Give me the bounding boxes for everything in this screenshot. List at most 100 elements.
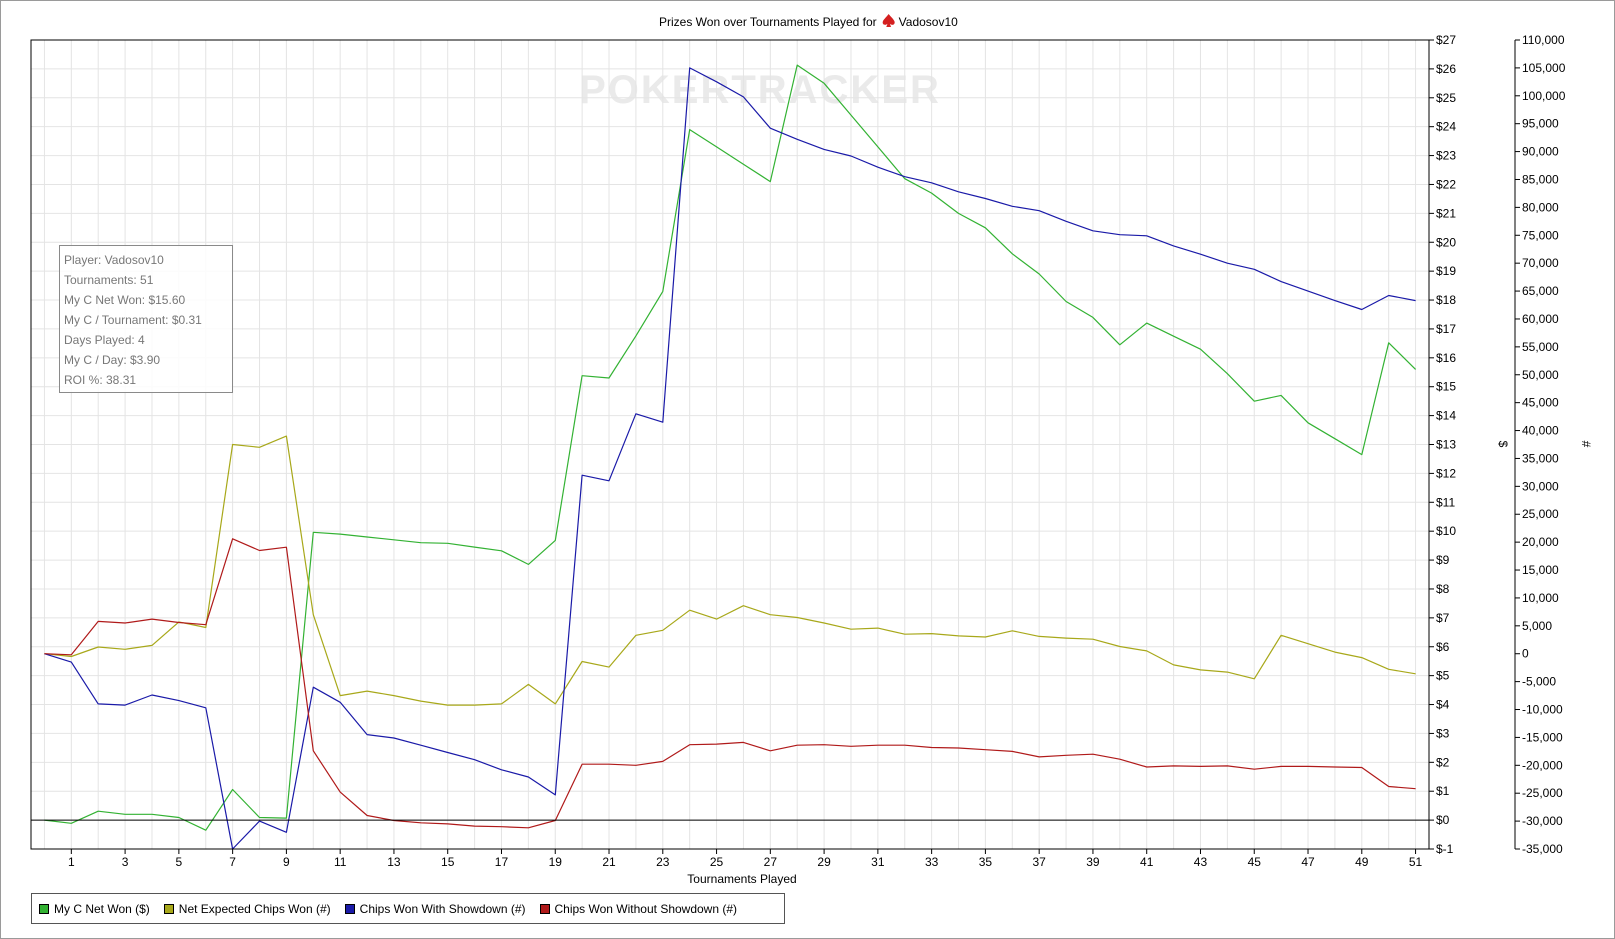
series-line-2 xyxy=(44,435,1416,706)
y-chips-tick-label: 105,000 xyxy=(1522,61,1566,75)
x-tick-label: 29 xyxy=(817,855,831,869)
x-tick-label: 17 xyxy=(495,855,509,869)
legend-swatch-blue xyxy=(344,903,355,914)
x-tick-label: 33 xyxy=(925,855,939,869)
y-chips-tick-label: 10,000 xyxy=(1522,591,1559,605)
y-chips-tick-label: -15,000 xyxy=(1522,730,1563,744)
y-dollar-tick-label: $6 xyxy=(1436,640,1450,654)
y-chips-tick-label: 90,000 xyxy=(1522,145,1559,159)
x-tick-label: 51 xyxy=(1409,855,1423,869)
x-tick-label: 39 xyxy=(1086,855,1100,869)
y-dollar-tick-label: $14 xyxy=(1436,409,1456,423)
y-dollar-tick-label: $-1 xyxy=(1436,842,1454,856)
legend-swatch-olive xyxy=(163,903,174,914)
y-dollar-tick-label: $3 xyxy=(1436,726,1450,740)
y-dollar-tick-label: $25 xyxy=(1436,91,1456,105)
x-tick-label: 9 xyxy=(283,855,290,869)
y-dollar-tick-label: $19 xyxy=(1436,264,1456,278)
y-chips-tick-label: 15,000 xyxy=(1522,563,1559,577)
x-tick-label: 27 xyxy=(764,855,778,869)
x-tick-label: 5 xyxy=(176,855,183,869)
y-dollar-tick-label: $2 xyxy=(1436,755,1450,769)
y-chips-tick-label: -20,000 xyxy=(1522,758,1563,772)
y-chips-tick-label: -10,000 xyxy=(1522,703,1563,717)
x-tick-label: 11 xyxy=(334,855,347,869)
y-dollar-tick-label: $15 xyxy=(1436,380,1456,394)
watermark-logo: POKERTRACKER xyxy=(579,68,941,112)
y-dollar-tick-label: $10 xyxy=(1436,524,1456,538)
x-tick-label: 47 xyxy=(1301,855,1315,869)
series-layer xyxy=(44,64,1417,850)
y-dollar-tick-label: $1 xyxy=(1436,784,1450,798)
legend-item-with-showdown[interactable]: Chips Won With Showdown (#) xyxy=(344,901,526,916)
y-chips-tick-label: -30,000 xyxy=(1522,814,1563,828)
info-per-tournament: My C / Tournament: $0.31 xyxy=(64,313,202,327)
stats-info-box: Player: Vadosov10 Tournaments: 51 My C N… xyxy=(59,245,233,393)
y-chips-tick-label: 75,000 xyxy=(1522,228,1559,242)
y-dollar-tick-label: $17 xyxy=(1436,322,1456,336)
y-chips-tick-label: 95,000 xyxy=(1522,117,1559,131)
y-chips-tick-label: -25,000 xyxy=(1522,786,1563,800)
y-dollar-tick-label: $24 xyxy=(1436,120,1456,134)
y-chips-tick-label: 30,000 xyxy=(1522,479,1559,493)
y-chips-tick-label: 50,000 xyxy=(1522,368,1559,382)
legend-label: My C Net Won ($) xyxy=(54,901,150,916)
y-chips-tick-label: 65,000 xyxy=(1522,284,1559,298)
y-chips-tick-label: -35,000 xyxy=(1522,842,1563,856)
y-dollar-tick-label: $4 xyxy=(1436,698,1450,712)
y-dollar-tick-label: $18 xyxy=(1436,293,1456,307)
y-chips-tick-label: -5,000 xyxy=(1522,675,1556,689)
y-axis-right-label: # xyxy=(1579,441,1593,448)
x-tick-label: 43 xyxy=(1194,855,1208,869)
legend-swatch-red xyxy=(539,903,550,914)
info-net-won: My C Net Won: $15.60 xyxy=(64,293,186,307)
y-dollar-tick-label: $13 xyxy=(1436,438,1456,452)
x-tick-label: 13 xyxy=(387,855,401,869)
series-line-3 xyxy=(44,67,1416,850)
y-chips-tick-label: 85,000 xyxy=(1522,172,1559,186)
legend-item-net-won[interactable]: My C Net Won ($) xyxy=(39,902,150,916)
info-tournaments: Tournaments: 51 xyxy=(64,273,154,287)
y-chips-tick-label: 70,000 xyxy=(1522,256,1559,270)
x-tick-label: 7 xyxy=(229,855,236,869)
info-per-day: My C / Day: $3.90 xyxy=(64,353,161,367)
chart-title-group: Prizes Won over Tournaments Played for V… xyxy=(659,14,958,29)
y-chips-tick-label: 55,000 xyxy=(1522,340,1559,354)
y-chips-tick-label: 60,000 xyxy=(1522,312,1559,326)
chart-title-player: Vadosov10 xyxy=(899,15,958,29)
y-chips-tick-label: 80,000 xyxy=(1522,200,1559,214)
y-dollar-tick-label: $9 xyxy=(1436,553,1450,567)
y-dollar-tick-label: $12 xyxy=(1436,466,1456,480)
spade-icon xyxy=(882,14,895,27)
x-tick-label: 31 xyxy=(871,855,885,869)
x-tick-label: 49 xyxy=(1355,855,1369,869)
y-chips-tick-label: 20,000 xyxy=(1522,535,1559,549)
legend-item-expected-chips[interactable]: Net Expected Chips Won (#) xyxy=(163,901,331,916)
chart-canvas: Prizes Won over Tournaments Played for V… xyxy=(30,14,1593,886)
y-dollar-tick-label: $20 xyxy=(1436,235,1456,249)
y-dollar-tick-label: $26 xyxy=(1436,62,1456,76)
y-axis-left-label: $ xyxy=(1496,441,1510,448)
x-tick-label: 1 xyxy=(68,855,75,869)
x-tick-label: 37 xyxy=(1032,855,1046,869)
x-tick-label: 3 xyxy=(122,855,129,869)
legend-label: Net Expected Chips Won (#) xyxy=(178,901,331,916)
info-player: Player: Vadosov10 xyxy=(64,253,164,267)
info-roi: ROI %: 38.31 xyxy=(64,373,137,387)
y-chips-tick-label: 25,000 xyxy=(1522,507,1559,521)
x-tick-label: 35 xyxy=(979,855,993,869)
legend-swatch-green xyxy=(39,903,49,914)
axes-layer: 1 3 5 7 9 11 13 15 17 19 21 23 25 27 29 31 33 35 37 39 41 43 4… xyxy=(30,33,1566,869)
x-tick-label: 25 xyxy=(710,855,724,869)
chart-title: Prizes Won over Tournaments Played for xyxy=(659,15,877,29)
series-line-1 xyxy=(44,64,1417,831)
legend-label: Chips Won With Showdown (#) xyxy=(359,901,526,916)
legend-label: Chips Won Without Showdown (#) xyxy=(554,901,738,916)
x-tick-label: 19 xyxy=(549,855,563,869)
y-dollar-tick-label: $0 xyxy=(1436,813,1450,827)
y-dollar-tick-label: $16 xyxy=(1436,351,1456,365)
y-chips-tick-label: 40,000 xyxy=(1522,424,1559,438)
y-dollar-tick-label: $23 xyxy=(1436,149,1456,163)
legend-item-without-showdown[interactable]: Chips Won Without Showdown (#) xyxy=(539,901,738,916)
x-tick-label: 15 xyxy=(441,855,455,869)
